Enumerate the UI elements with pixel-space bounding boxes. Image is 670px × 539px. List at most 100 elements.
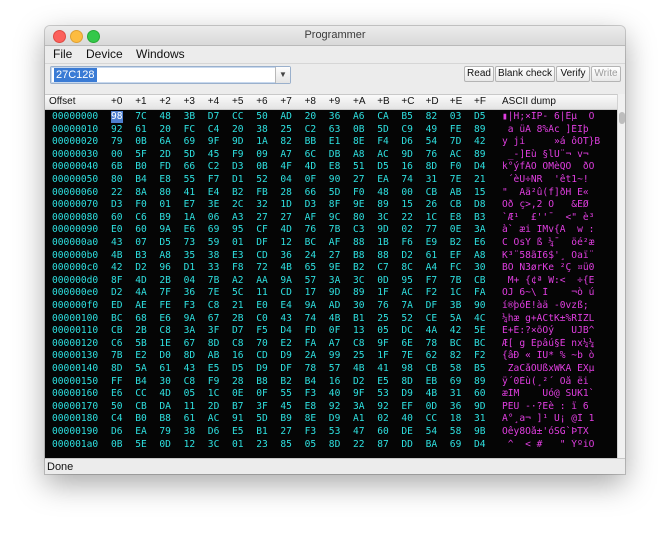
hex-byte-cell[interactable]: BB (305, 136, 317, 148)
hex-byte-cell[interactable]: FA (474, 287, 486, 299)
hex-byte-cell[interactable]: 2D (208, 401, 220, 413)
hex-byte-cell[interactable]: D3 (111, 199, 123, 211)
ascii-dump-cell[interactable]: æÌM Uó@ SÙK1` (502, 388, 614, 400)
hex-byte-cell[interactable]: 52 (256, 174, 268, 186)
hex-byte-cell[interactable]: 21 (232, 300, 244, 312)
hex-byte-cell[interactable]: 17 (305, 287, 317, 299)
hex-byte-cell[interactable]: 48 (159, 111, 171, 123)
hex-byte-cell[interactable]: 89 (474, 376, 486, 388)
ascii-dump-cell[interactable]: {âÐ « ÍÙ* % ~b ò (502, 350, 614, 362)
hex-byte-cell[interactable]: 07 (135, 237, 147, 249)
hex-byte-cell[interactable]: D2 (353, 376, 365, 388)
hex-byte-cell[interactable]: E6 (474, 237, 486, 249)
hex-byte-cell[interactable]: B9 (159, 212, 171, 224)
hex-byte-cell[interactable]: 5D (329, 187, 341, 199)
hex-byte-cell[interactable]: FD (305, 325, 317, 337)
hex-byte-cell[interactable]: 20 (305, 111, 317, 123)
hex-byte-cell[interactable]: B4 (305, 376, 317, 388)
hex-byte-cell[interactable]: F8 (232, 262, 244, 274)
hex-byte-cell[interactable]: 60 (111, 212, 123, 224)
hex-byte-cell[interactable]: CB (426, 363, 438, 375)
hex-byte-cell[interactable]: 38 (184, 426, 196, 438)
hex-byte-cell[interactable]: D9 (329, 413, 341, 425)
hex-byte-cell[interactable]: 20 (232, 124, 244, 136)
hex-byte-cell[interactable]: 02 (377, 413, 389, 425)
hex-byte-cell[interactable]: 7E (208, 287, 220, 299)
hex-byte-cell[interactable]: 3A (329, 275, 341, 287)
hex-byte-cell[interactable]: 6B (111, 161, 123, 173)
hex-byte-cell[interactable]: 9A (184, 313, 196, 325)
hex-byte-cell[interactable]: 95 (232, 224, 244, 236)
hex-byte-cell[interactable]: 80 (353, 212, 365, 224)
hex-byte-cell[interactable]: C2 (208, 161, 220, 173)
hex-byte-cell[interactable]: 03 (450, 111, 462, 123)
ascii-dump-cell[interactable]: ´èU÷ÑR 'êt1~! (502, 174, 614, 186)
ascii-dump-cell[interactable]: y ji »á ôÖT}B (502, 136, 614, 148)
ascii-dump-cell[interactable]: ZaCåÕÙßxWKA ËXµ (502, 363, 614, 375)
hex-byte-cell[interactable]: 25 (353, 350, 365, 362)
hex-byte-cell[interactable]: 69 (450, 439, 462, 451)
hex-byte-cell[interactable]: 9F (377, 338, 389, 350)
hex-byte-cell[interactable]: 90 (474, 300, 486, 312)
hex-byte-cell[interactable]: E7 (184, 199, 196, 211)
ascii-dump-cell[interactable]: a üÄ 8%Âc ]ÉIþ (502, 124, 614, 136)
hex-byte-cell[interactable]: DC (401, 325, 413, 337)
hex-byte-cell[interactable]: 1B (377, 237, 389, 249)
hex-byte-cell[interactable]: A6 (353, 111, 365, 123)
hex-byte-cell[interactable]: 27 (280, 212, 292, 224)
ascii-dump-cell[interactable]: í®þóÈ!àä -0vzß; (502, 300, 614, 312)
hex-byte-cell[interactable]: 4D (135, 275, 147, 287)
table-row[interactable]: 00000110 CB 2B C8 3A 3F D7 F5 D4 FD 0F 13 05 DC 4A 42 5E… (45, 325, 617, 337)
ascii-dump-cell[interactable]: Ä°¸a¬ ]¹ Ù¡ @Ì 1 (502, 413, 614, 425)
hex-byte-cell[interactable]: 28 (232, 376, 244, 388)
verify-button[interactable]: Verify (556, 66, 590, 82)
hex-byte-cell[interactable]: 7B (329, 224, 341, 236)
hex-byte-cell[interactable]: 50 (256, 111, 268, 123)
hex-byte-cell[interactable]: C4 (208, 124, 220, 136)
hex-byte-cell[interactable]: 58 (450, 426, 462, 438)
hex-byte-cell[interactable]: 62 (426, 350, 438, 362)
ascii-dump-cell[interactable]: _-]Eù §lÛ¨¬ v¬ (502, 149, 614, 161)
hex-byte-cell[interactable]: 52 (401, 313, 413, 325)
hex-byte-cell[interactable]: D6 (111, 426, 123, 438)
table-row[interactable]: 00000000 98 7C 48 3B D7 CC 50 AD 20 36 A6 CA B5 82 03 D5… (45, 111, 617, 123)
hex-byte-cell[interactable]: AC (450, 149, 462, 161)
hex-byte-cell[interactable]: 30 (159, 376, 171, 388)
table-row[interactable]: 000000d0 8F 4D 2B 04 7B A2 AA 9A 57 3A 3C 0D 95 F7 7B CB… (45, 275, 617, 287)
hex-byte-cell[interactable]: 72 (256, 262, 268, 274)
hex-byte-cell[interactable]: A8 (159, 250, 171, 262)
hex-byte-cell[interactable]: F3 (305, 388, 317, 400)
hex-byte-cell[interactable]: F7 (208, 174, 220, 186)
hex-byte-cell[interactable]: 27 (256, 212, 268, 224)
hex-byte-cell[interactable]: FD (159, 161, 171, 173)
hex-byte-cell[interactable]: 2B (135, 325, 147, 337)
ascii-dump-cell[interactable]: Ë+È:?×õÔý ÜJB^ (502, 325, 614, 337)
hex-byte-cell[interactable]: CB (111, 325, 123, 337)
hex-byte-cell[interactable]: D9 (401, 388, 413, 400)
hex-byte-cell[interactable]: FE (450, 124, 462, 136)
menu-windows[interactable]: Windows (136, 47, 185, 61)
table-row[interactable]: 000000f0 ED AE FE F3 C8 21 E0 E4 9A AD 30 76 7A DF 3B 90… (45, 300, 617, 312)
hex-byte-cell[interactable]: 28 (280, 187, 292, 199)
hex-byte-cell[interactable]: 7D (450, 136, 462, 148)
hex-byte-cell[interactable]: 02 (401, 224, 413, 236)
hex-byte-cell[interactable]: 82 (450, 350, 462, 362)
hex-byte-cell[interactable]: 22 (353, 439, 365, 451)
hex-byte-cell[interactable]: C8 (159, 325, 171, 337)
hex-byte-cell[interactable]: E8 (305, 401, 317, 413)
hex-dump-grid[interactable]: 00000000 98 7C 48 3B D7 CC 50 AD 20 36 A6 CA B5 82 03 D5… (45, 110, 617, 458)
hex-byte-cell[interactable]: 5F (135, 149, 147, 161)
hex-byte-cell[interactable]: 30 (474, 262, 486, 274)
hex-byte-cell[interactable]: D2 (135, 262, 147, 274)
hex-byte-cell[interactable]: D9 (256, 363, 268, 375)
hex-byte-cell[interactable]: 4B (280, 262, 292, 274)
hex-byte-cell[interactable]: 78 (305, 363, 317, 375)
hex-byte-cell[interactable]: D3 (232, 161, 244, 173)
hex-byte-cell[interactable]: E1 (329, 136, 341, 148)
hex-byte-cell[interactable]: B0 (135, 413, 147, 425)
ascii-dump-cell[interactable]: M+ {¢ª W:< ÷{Ë (502, 275, 614, 287)
hex-byte-cell[interactable]: 32 (256, 199, 268, 211)
hex-byte-cell[interactable]: 15 (474, 187, 486, 199)
hex-byte-cell[interactable]: 2B (159, 275, 171, 287)
hex-byte-cell[interactable]: B1 (256, 426, 268, 438)
